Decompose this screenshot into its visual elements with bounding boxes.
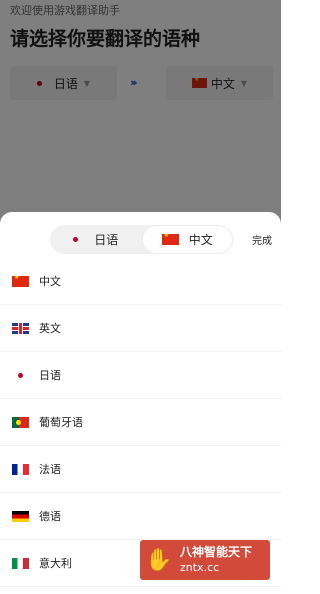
language-name: 意大利 bbox=[39, 557, 72, 570]
jp-flag-icon bbox=[73, 237, 79, 242]
watermark-line2: zntx.cc bbox=[180, 561, 220, 574]
language-name: 中文 bbox=[39, 275, 61, 288]
language-name: 日语 bbox=[39, 369, 61, 382]
watermark-badge: ✋ 八神智能天下 zntx.cc bbox=[140, 540, 270, 580]
language-list: 中文 英文 日语 葡萄牙语 法语 德语 意大利 bbox=[0, 258, 281, 587]
language-name: 英文 bbox=[39, 322, 61, 335]
language-picker-sheet: 日语 中文 完成 中文 英文 日语 葡萄牙语 法语 德语 bbox=[0, 212, 281, 594]
segment-target-language[interactable]: 中文 bbox=[141, 225, 233, 254]
language-name: 德语 bbox=[39, 510, 61, 523]
de-flag-icon bbox=[12, 510, 29, 522]
hand-logo-icon: ✋ bbox=[145, 547, 173, 573]
pt-flag-icon bbox=[12, 416, 29, 428]
segment-target-label: 中文 bbox=[188, 233, 213, 247]
jp-flag-icon bbox=[12, 369, 29, 381]
watermark-line1: 八神智能天下 bbox=[180, 545, 253, 559]
cn-flag-icon bbox=[12, 275, 29, 287]
language-item-portuguese[interactable]: 葡萄牙语 bbox=[0, 399, 281, 446]
it-flag-icon bbox=[12, 557, 29, 569]
language-item-french[interactable]: 法语 bbox=[0, 446, 281, 493]
language-item-german[interactable]: 德语 bbox=[0, 493, 281, 540]
segment-source-label: 日语 bbox=[94, 233, 119, 247]
uk-flag-icon bbox=[12, 322, 29, 334]
watermark-text: 八神智能天下 zntx.cc bbox=[180, 545, 252, 575]
fr-flag-icon bbox=[12, 463, 29, 475]
segment-source-language[interactable]: 日语 bbox=[50, 225, 142, 254]
cn-flag-icon bbox=[161, 234, 179, 245]
language-name: 葡萄牙语 bbox=[39, 416, 83, 429]
done-button[interactable]: 完成 bbox=[252, 232, 272, 247]
language-item-japanese[interactable]: 日语 bbox=[0, 352, 281, 399]
language-name: 法语 bbox=[39, 463, 61, 476]
direction-segment: 日语 中文 bbox=[50, 225, 233, 254]
language-item-english[interactable]: 英文 bbox=[0, 305, 281, 352]
language-item-chinese[interactable]: 中文 bbox=[0, 258, 281, 305]
